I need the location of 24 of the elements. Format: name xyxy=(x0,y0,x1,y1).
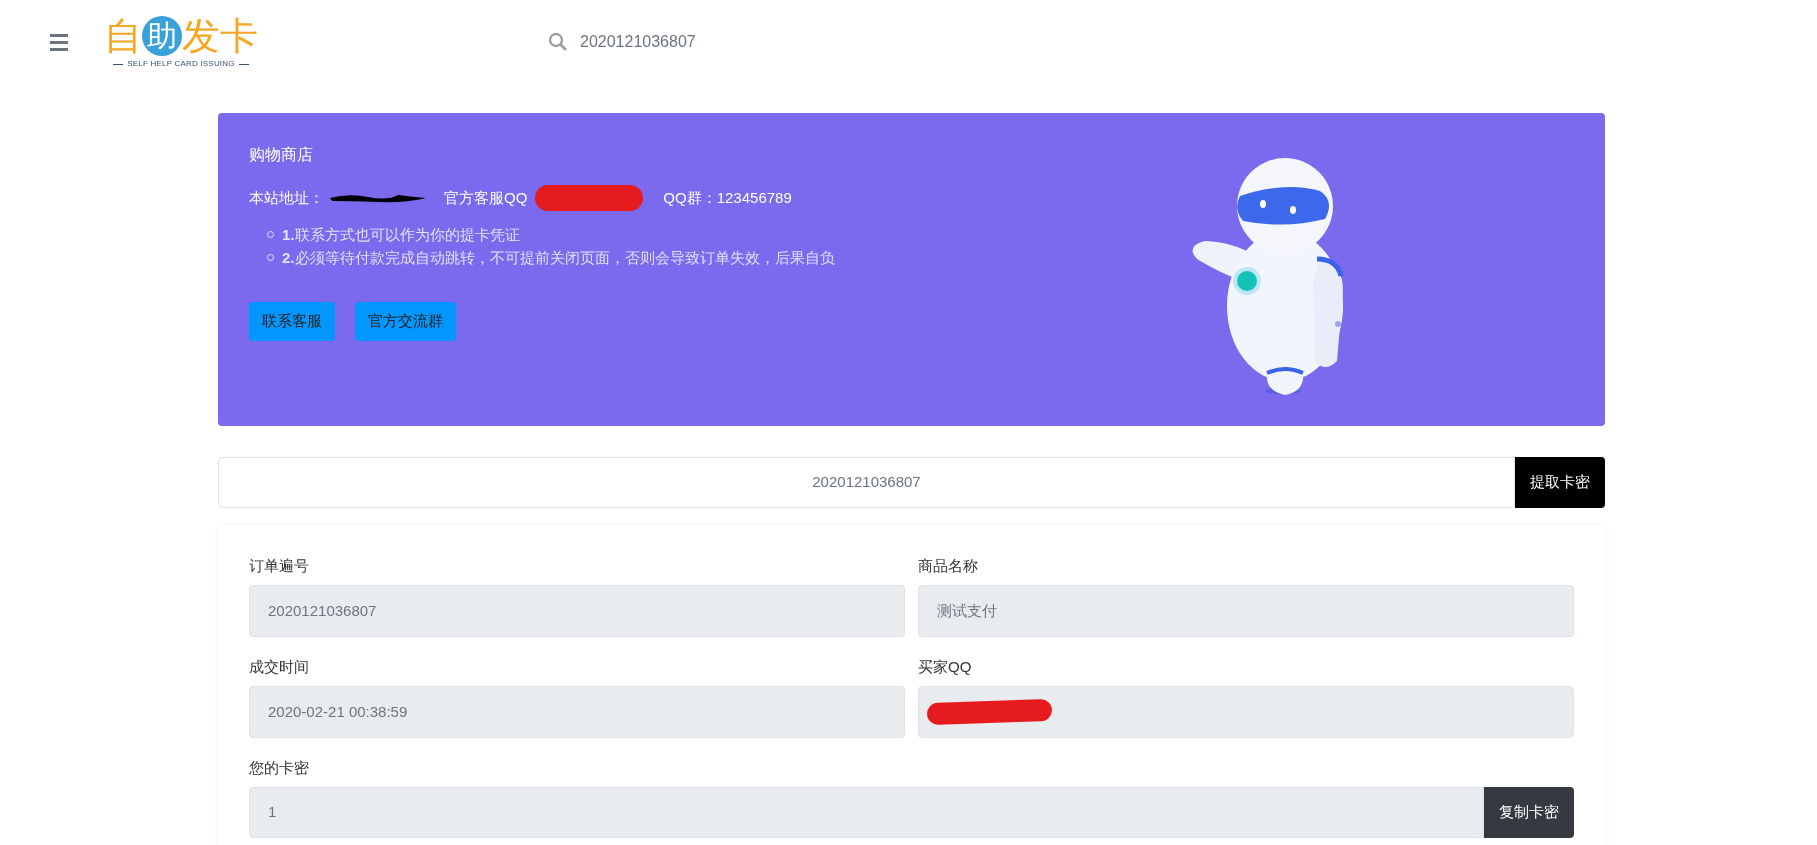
info-text: 本站地址： xyxy=(249,187,324,208)
field-value: 2020-02-21 00:38:59 xyxy=(249,686,905,738)
field-value: 2020121036807 xyxy=(249,585,905,637)
field-label: 您的卡密 xyxy=(249,758,310,778)
copy-button[interactable]: 复制卡密 xyxy=(1484,787,1574,838)
banner-button[interactable]: 官方交流群 xyxy=(355,302,456,341)
card-secret-field[interactable]: 1 xyxy=(249,787,1484,838)
menu-icon[interactable] xyxy=(50,33,68,51)
order-number-field[interactable]: 2020121036807 xyxy=(218,457,1515,508)
search-field[interactable]: 2020121036807 xyxy=(580,30,880,54)
extract-button[interactable]: 提取卡密 xyxy=(1515,457,1605,508)
field-value: 测试支付 xyxy=(918,585,1574,637)
info-text: QQ群：123456789 xyxy=(663,187,792,208)
field-label: 买家QQ xyxy=(918,657,973,677)
search-icon xyxy=(548,32,568,52)
logo[interactable]: 自助发卡 SELF HELP CARD ISSUING xyxy=(104,14,258,70)
info-text: 官方客服QQ xyxy=(444,187,528,208)
note-text: 2.必须等待付款完成自动跳转，不可提前关闭页面，否则会导致订单失效，后果自负 xyxy=(282,248,835,268)
field-label: 订单遍号 xyxy=(249,556,310,576)
shop-title: 购物商店 xyxy=(249,145,314,165)
note-text: 1.联系方式也可以作为你的提卡凭证 xyxy=(282,225,520,245)
field-label: 商品名称 xyxy=(918,556,979,576)
banner-button[interactable]: 联系客服 xyxy=(249,302,335,341)
field-label: 成交时间 xyxy=(249,657,310,677)
